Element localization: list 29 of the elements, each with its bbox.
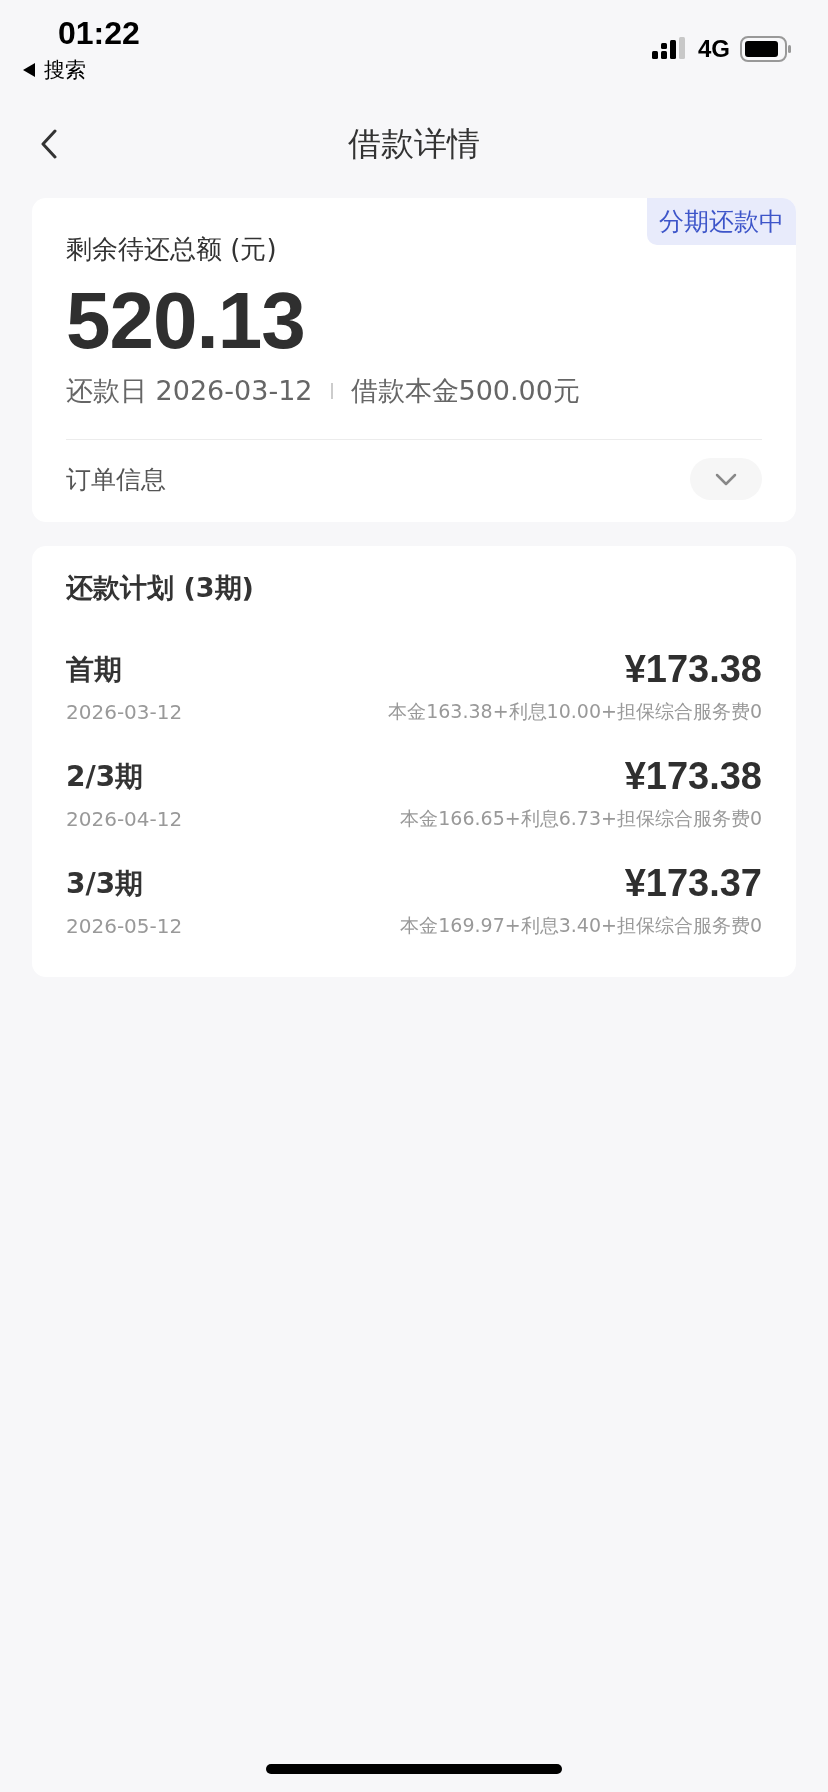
remaining-amount: 520.13 bbox=[66, 275, 306, 367]
period-amount: ¥173.38 bbox=[624, 648, 762, 691]
period-breakdown: 本金169.97+利息3.40+担保综合服务费0 bbox=[400, 913, 762, 938]
battery-icon bbox=[740, 36, 792, 62]
back-triangle-icon[interactable] bbox=[22, 62, 36, 78]
period-date: 2026-05-12 bbox=[66, 914, 183, 938]
signal-icon bbox=[652, 37, 688, 61]
back-icon[interactable] bbox=[40, 129, 58, 159]
period-amount: ¥173.37 bbox=[624, 862, 762, 905]
status-badge: 分期还款中 bbox=[647, 198, 796, 245]
chevron-icon bbox=[715, 472, 737, 486]
due-date: 还款日 2026-03-12 bbox=[66, 374, 313, 408]
order-info-label: 订单信息 bbox=[66, 463, 166, 496]
remaining-label: 剩余待还总额 (元) bbox=[66, 233, 278, 266]
period-label: 2/3期 bbox=[66, 758, 144, 795]
page-title: 借款详情 bbox=[348, 122, 480, 165]
period-date: 2026-04-12 bbox=[66, 807, 183, 831]
plan-title: 还款计划 (3期) bbox=[66, 571, 255, 605]
period-breakdown: 本金163.38+利息10.00+担保综合服务费0 bbox=[388, 699, 762, 724]
network-label: 4G bbox=[698, 35, 730, 63]
status-time: 01:22 bbox=[57, 14, 140, 52]
period-amount: ¥173.38 bbox=[624, 755, 762, 798]
back-app-link[interactable]: 搜索 bbox=[44, 56, 86, 84]
period-label: 首期 bbox=[66, 651, 122, 688]
period-date: 2026-03-12 bbox=[66, 700, 183, 724]
period-label: 3/3期 bbox=[66, 865, 144, 902]
principal: 借款本金500.00元 bbox=[350, 374, 580, 408]
period-breakdown: 本金166.65+利息6.73+担保综合服务费0 bbox=[400, 806, 762, 831]
expand-toggle[interactable] bbox=[690, 458, 762, 500]
